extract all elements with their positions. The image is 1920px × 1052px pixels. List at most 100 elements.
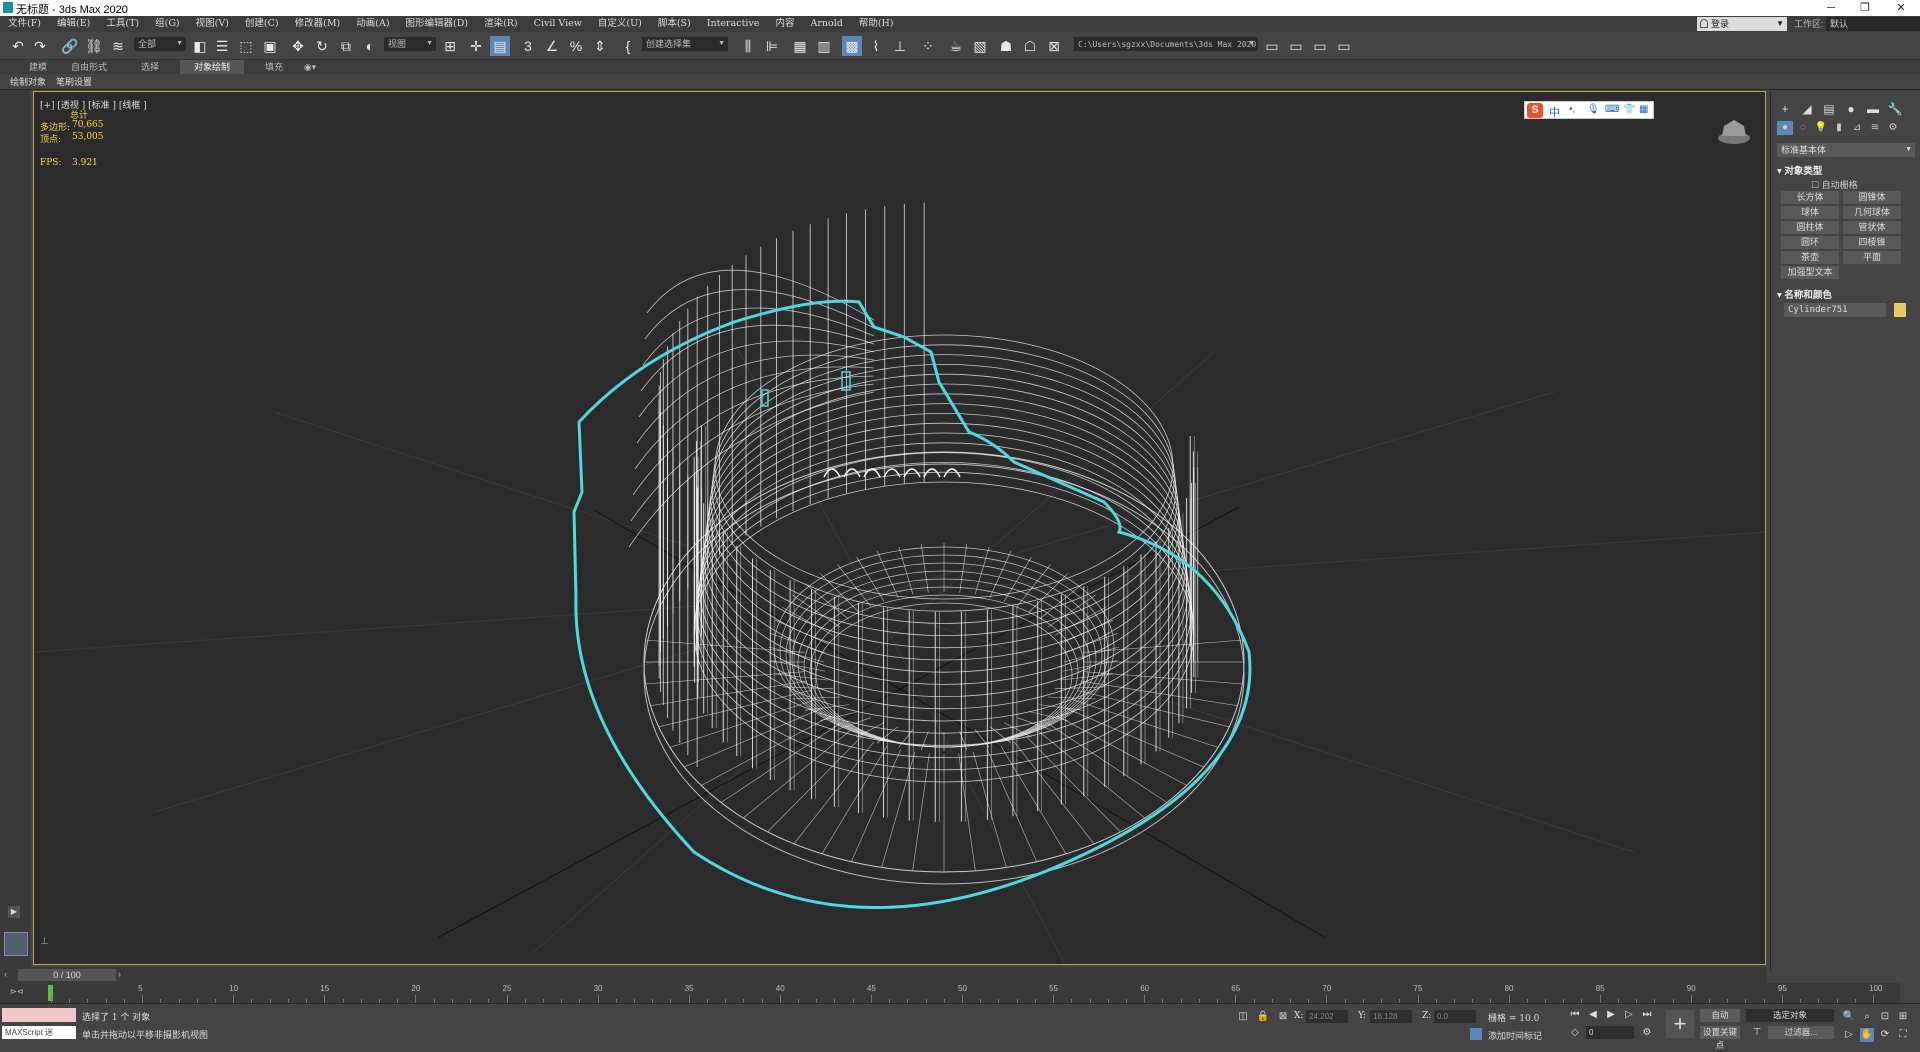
toolbox-icon[interactable]: ▦	[1639, 104, 1648, 115]
geosphere-button[interactable]: 几何球体	[1843, 206, 1901, 219]
set-key-button[interactable]: 设置关键点	[1700, 1026, 1740, 1050]
modify-tab-icon[interactable]: ◢	[1797, 101, 1817, 117]
play-icon[interactable]: ▶	[1604, 1008, 1618, 1022]
scale-icon[interactable]: ⧉	[336, 36, 356, 56]
key-mode-icon[interactable]: ◇	[1568, 1026, 1582, 1040]
spacewarps-icon[interactable]: ≋	[1867, 121, 1883, 135]
microphone-icon[interactable]: 🎙	[1587, 104, 1600, 115]
project-folder-icon[interactable]: ▭	[1262, 36, 1282, 56]
login-dropdown[interactable]: 登录 ▼	[1697, 17, 1787, 31]
zoom-extents-icon[interactable]: ⊡	[1878, 1010, 1892, 1024]
link-icon[interactable]: 🔗	[60, 36, 80, 56]
close-icon[interactable]: ✕	[1886, 0, 1916, 16]
unlink-icon[interactable]: ⛓	[84, 36, 104, 56]
tab-object-paint[interactable]: 对象绘制	[180, 60, 244, 74]
menu-item[interactable]: 内容	[767, 16, 802, 32]
key-mode-dropdown[interactable]: 选定对象	[1746, 1009, 1834, 1022]
geometry-icon[interactable]: ●	[1777, 121, 1793, 135]
brush-settings-button[interactable]: 笔刷设置	[56, 75, 92, 89]
angle-snap-icon[interactable]: ∠	[542, 36, 562, 56]
material-editor-icon[interactable]: ⁘	[918, 36, 938, 56]
z-coordinate-field[interactable]: 0.0	[1434, 1010, 1476, 1023]
viewport-label-menu[interactable]: [+] [透视 ] [标准 ] [线框 ]	[40, 98, 147, 111]
maxscript-input[interactable]: MAXScript 迷	[2, 1026, 76, 1039]
skin-icon[interactable]: 👕	[1623, 104, 1635, 115]
systems-icon[interactable]: ⚙	[1885, 121, 1901, 135]
textplus-button[interactable]: 加强型文本	[1781, 266, 1839, 279]
menu-item[interactable]: Interactive	[699, 16, 768, 32]
key-filter-icon2[interactable]: ⊤	[1750, 1026, 1764, 1040]
select-object-icon[interactable]: ◧	[190, 36, 210, 56]
tab-modeling[interactable]: 建模	[18, 60, 58, 74]
zoom-extents-all-icon[interactable]: ⊞	[1896, 1010, 1910, 1024]
goto-start-icon[interactable]: ⏮	[1568, 1008, 1582, 1022]
named-selection-dropdown[interactable]: 创建选择集 ▼	[642, 37, 728, 51]
rotate-icon[interactable]: ↻	[312, 36, 332, 56]
time-slider-thumb[interactable]: 0 / 100	[18, 969, 116, 981]
object-type-rollout[interactable]: ▾ 对象类型	[1777, 163, 1822, 177]
box-button[interactable]: 长方体	[1781, 191, 1839, 204]
set-project-icon[interactable]: ▭	[1286, 36, 1306, 56]
spinner-snap-icon[interactable]: ⇕	[590, 36, 610, 56]
plane-button[interactable]: 平面	[1843, 251, 1901, 264]
time-config-icon[interactable]: ⚙	[1640, 1026, 1654, 1040]
window-crossing-icon[interactable]: ▣	[260, 36, 280, 56]
schematic-view-icon[interactable]: ⊥	[890, 36, 910, 56]
ribbon-toggle-icon[interactable]: ▩	[842, 36, 862, 56]
tab-populate[interactable]: 填充	[254, 60, 294, 74]
time-prev-icon[interactable]: ‹	[4, 969, 7, 979]
tube-button[interactable]: 管状体	[1843, 221, 1901, 234]
move-icon[interactable]: ✥	[288, 36, 308, 56]
maxscript-listener-top[interactable]	[2, 1008, 76, 1022]
object-color-swatch[interactable]	[1894, 303, 1906, 317]
tab-selection[interactable]: 选择	[130, 60, 170, 74]
selection-lock-icon[interactable]: 🔒	[1256, 1010, 1270, 1024]
menu-item[interactable]: 组(G)	[147, 16, 188, 32]
menu-item[interactable]: 动画(A)	[348, 16, 397, 32]
workspace-dropdown[interactable]: 默认	[1826, 17, 1920, 31]
render-activeshade-icon[interactable]: ⊠	[1044, 36, 1064, 56]
open-project-icon[interactable]: ▭	[1310, 36, 1330, 56]
rect-selection-icon[interactable]: ⬚	[236, 36, 256, 56]
redo-icon[interactable]: ↷	[30, 36, 50, 56]
object-name-field[interactable]: Cylinder751	[1784, 303, 1886, 317]
menu-item[interactable]: Arnold	[802, 16, 850, 32]
time-next-icon[interactable]: ›	[118, 969, 121, 979]
goto-end-icon[interactable]: ⏭	[1640, 1008, 1654, 1022]
pan-view-icon[interactable]: ✋	[1860, 1028, 1874, 1042]
snap-toggle-icon[interactable]: 3	[518, 36, 538, 56]
menu-item[interactable]: Civil View	[526, 16, 590, 32]
zoom-all-icon[interactable]: ⌕	[1860, 1010, 1874, 1024]
ime-toolbar[interactable]: S 中 •, 🎙 ⌨ 👕 ▦	[1524, 101, 1654, 119]
set-key-icon[interactable]: +	[1666, 1010, 1694, 1038]
paint-objects-button[interactable]: 绘制对象	[10, 75, 46, 89]
key-filter-icon[interactable]: ⊳⊲	[10, 987, 23, 996]
select-manipulate-icon[interactable]: ✛	[466, 36, 486, 56]
track-bar[interactable]: ⊳⊲ 5 10 15 20 25 30 35 40 45 50 55 60 65 70 75 80 85 90 95…	[0, 983, 1900, 1003]
torus-button[interactable]: 圆环	[1781, 236, 1839, 249]
render-production-icon[interactable]: ☗	[996, 36, 1016, 56]
menu-item[interactable]: 编辑(E)	[49, 16, 98, 32]
primitive-type-dropdown[interactable]: 标准基本体 ▼	[1777, 143, 1915, 157]
menu-item[interactable]: 自定义(U)	[590, 16, 650, 32]
select-by-name-icon[interactable]: ☰	[212, 36, 232, 56]
menu-item[interactable]: 工具(T)	[98, 16, 147, 32]
place-icon[interactable]: ◐	[360, 36, 380, 56]
cone-button[interactable]: 圆锥体	[1843, 191, 1901, 204]
project-settings-icon[interactable]: ▭	[1334, 36, 1354, 56]
sphere-button[interactable]: 球体	[1781, 206, 1839, 219]
prev-frame-icon[interactable]: ◀	[1586, 1008, 1600, 1022]
shapes-icon[interactable]: ◌	[1795, 121, 1811, 135]
keyboard-shortcut-icon[interactable]: ▤	[490, 36, 510, 56]
menu-item[interactable]: 脚本(S)	[650, 16, 699, 32]
name-color-rollout[interactable]: ▾ 名称和颜色	[1777, 287, 1832, 301]
menu-item[interactable]: 文件(F)	[0, 16, 49, 32]
isolate-icon[interactable]: ◫	[1236, 1010, 1250, 1024]
x-coordinate-field[interactable]: 24.202	[1306, 1010, 1348, 1023]
render-setup-icon[interactable]: ☕	[946, 36, 966, 56]
pyramid-button[interactable]: 四棱锥	[1843, 236, 1901, 249]
orbit-icon[interactable]: ⟳	[1878, 1028, 1892, 1042]
layer-explorer-icon[interactable]: ▥	[814, 36, 834, 56]
menu-item[interactable]: 视图(V)	[188, 16, 237, 32]
current-frame-field[interactable]: 0	[1586, 1026, 1634, 1039]
